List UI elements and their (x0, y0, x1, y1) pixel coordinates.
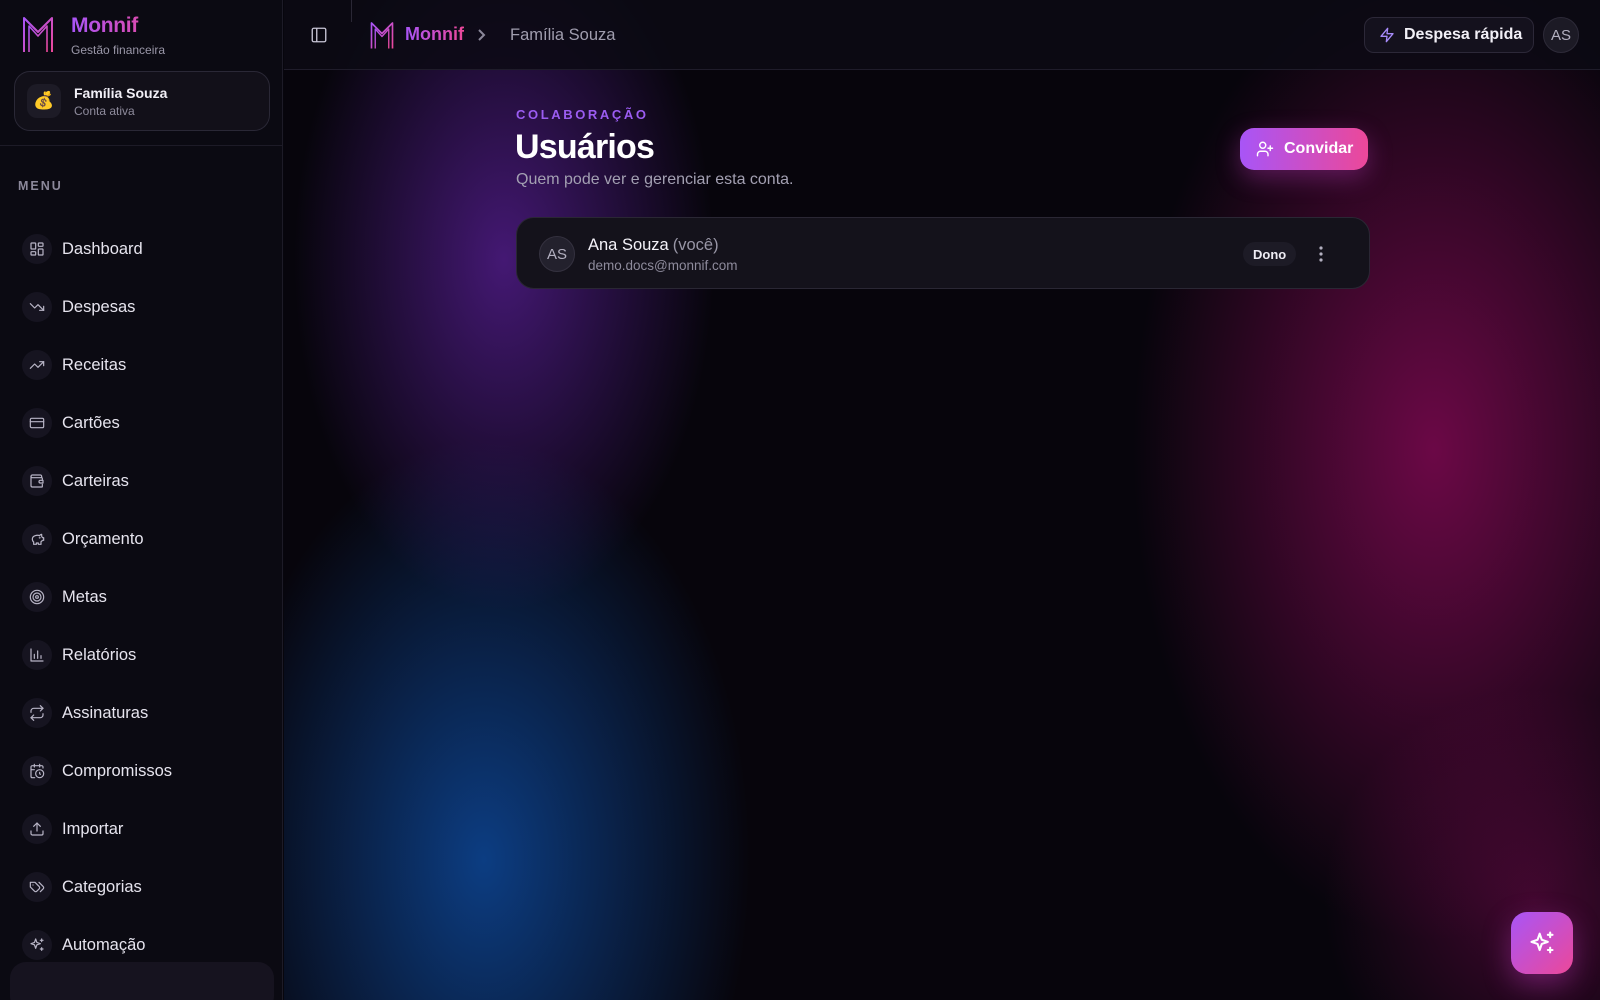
trending-up-icon (22, 350, 52, 380)
current-user-tag: (você) (672, 236, 719, 254)
user-row: AS Ana Souza (você) demo.docs@monnif.com … (516, 217, 1370, 289)
topbar-separator (351, 0, 352, 22)
monnif-m-logo-icon (23, 17, 53, 53)
upload-icon (22, 814, 52, 844)
sidebar-bottom-item[interactable] (10, 962, 274, 1000)
account-switcher[interactable]: 💰 Família Souza Conta ativa (14, 71, 270, 131)
zap-icon (1380, 27, 1394, 43)
tags-icon (22, 872, 52, 902)
user-email: demo.docs@monnif.com (588, 258, 738, 273)
trending-down-icon (22, 292, 52, 322)
monnif-m-logo-icon[interactable] (370, 20, 394, 50)
menu-heading: MENU (18, 179, 63, 193)
user-actions-button[interactable] (1309, 242, 1333, 266)
quick-expense-button[interactable]: Despesa rápida (1364, 17, 1534, 53)
quick-expense-label: Despesa rápida (1404, 26, 1523, 43)
repeat-icon (22, 698, 52, 728)
topbar: Monnif Família Souza Despesa rápida AS (284, 0, 1600, 70)
chevron-right-icon (476, 28, 488, 42)
sidebar-nav: Dashboard Despesas Receitas Cartões Cart… (22, 220, 172, 974)
wallet-icon (22, 466, 52, 496)
brand[interactable]: Monnif Gestão financeira (22, 14, 165, 57)
sidebar-item-cartoes[interactable]: Cartões (22, 394, 172, 452)
brand-subtitle: Gestão financeira (71, 43, 166, 57)
target-icon (22, 582, 52, 612)
sparkles-icon (1530, 931, 1554, 954)
sidebar-item-carteiras[interactable]: Carteiras (22, 452, 172, 510)
breadcrumb-brand[interactable]: Monnif (405, 24, 464, 45)
sidebar-divider (0, 145, 282, 146)
sidebar-item-label: Orçamento (62, 529, 144, 548)
sidebar-item-metas[interactable]: Metas (22, 568, 172, 626)
brand-name: Monnif (71, 14, 165, 38)
ai-assistant-button[interactable] (1511, 912, 1573, 974)
sidebar-item-despesas[interactable]: Despesas (22, 278, 172, 336)
bar-chart-icon (22, 640, 52, 670)
sidebar-toggle-button[interactable] (306, 22, 332, 48)
account-name: Família Souza (74, 84, 168, 101)
sidebar-item-label: Compromissos (62, 761, 173, 780)
panel-left-icon (311, 27, 327, 43)
user-plus-icon (1256, 141, 1274, 157)
sidebar-item-label: Automação (62, 935, 146, 954)
sidebar-item-categorias[interactable]: Categorias (22, 858, 172, 916)
sidebar-item-receitas[interactable]: Receitas (22, 336, 172, 394)
sidebar-item-label: Relatórios (62, 645, 137, 664)
piggy-bank-icon (22, 524, 52, 554)
sidebar-item-label: Receitas (62, 355, 127, 374)
sidebar-item-compromissos[interactable]: Compromissos (22, 742, 172, 800)
sidebar-item-relatorios[interactable]: Relatórios (22, 626, 172, 684)
sidebar-item-dashboard[interactable]: Dashboard (22, 220, 172, 278)
user-avatar-button[interactable]: AS (1543, 17, 1579, 53)
page-subtitle: Quem pode ver e gerenciar esta conta. (516, 171, 794, 188)
sidebar-item-label: Dashboard (62, 239, 143, 258)
dashboard-icon (22, 234, 52, 264)
sidebar-item-label: Categorias (62, 877, 142, 896)
sidebar-item-label: Metas (62, 587, 107, 606)
sparkles-icon (22, 930, 52, 960)
sidebar-item-assinaturas[interactable]: Assinaturas (22, 684, 172, 742)
money-bag-icon: 💰 (27, 84, 61, 118)
sidebar-item-label: Carteiras (62, 471, 129, 490)
sidebar-item-importar[interactable]: Importar (22, 800, 172, 858)
user-name: Ana Souza (588, 236, 669, 254)
sidebar-item-label: Importar (62, 819, 124, 838)
credit-card-icon (22, 408, 52, 438)
sidebar-item-label: Cartões (62, 413, 120, 432)
role-badge: Dono (1243, 242, 1297, 266)
user-avatar: AS (539, 236, 575, 272)
sidebar: Monnif Gestão financeira 💰 Família Souza… (0, 0, 283, 1000)
section-label: COLABORAÇÃO (516, 107, 649, 122)
main-content: Monnif Família Souza Despesa rápida AS C… (284, 0, 1600, 1000)
invite-label: Convidar (1284, 140, 1354, 157)
breadcrumb-current-page: Família Souza (510, 26, 616, 44)
more-vertical-icon (1319, 246, 1323, 262)
sidebar-item-orcamento[interactable]: Orçamento (22, 510, 172, 568)
sidebar-item-label: Despesas (62, 297, 136, 316)
page-title: Usuários (515, 128, 655, 166)
calendar-clock-icon (22, 756, 52, 786)
account-status: Conta ativa (74, 103, 135, 118)
invite-button[interactable]: Convidar (1240, 128, 1368, 170)
sidebar-item-label: Assinaturas (62, 703, 149, 722)
